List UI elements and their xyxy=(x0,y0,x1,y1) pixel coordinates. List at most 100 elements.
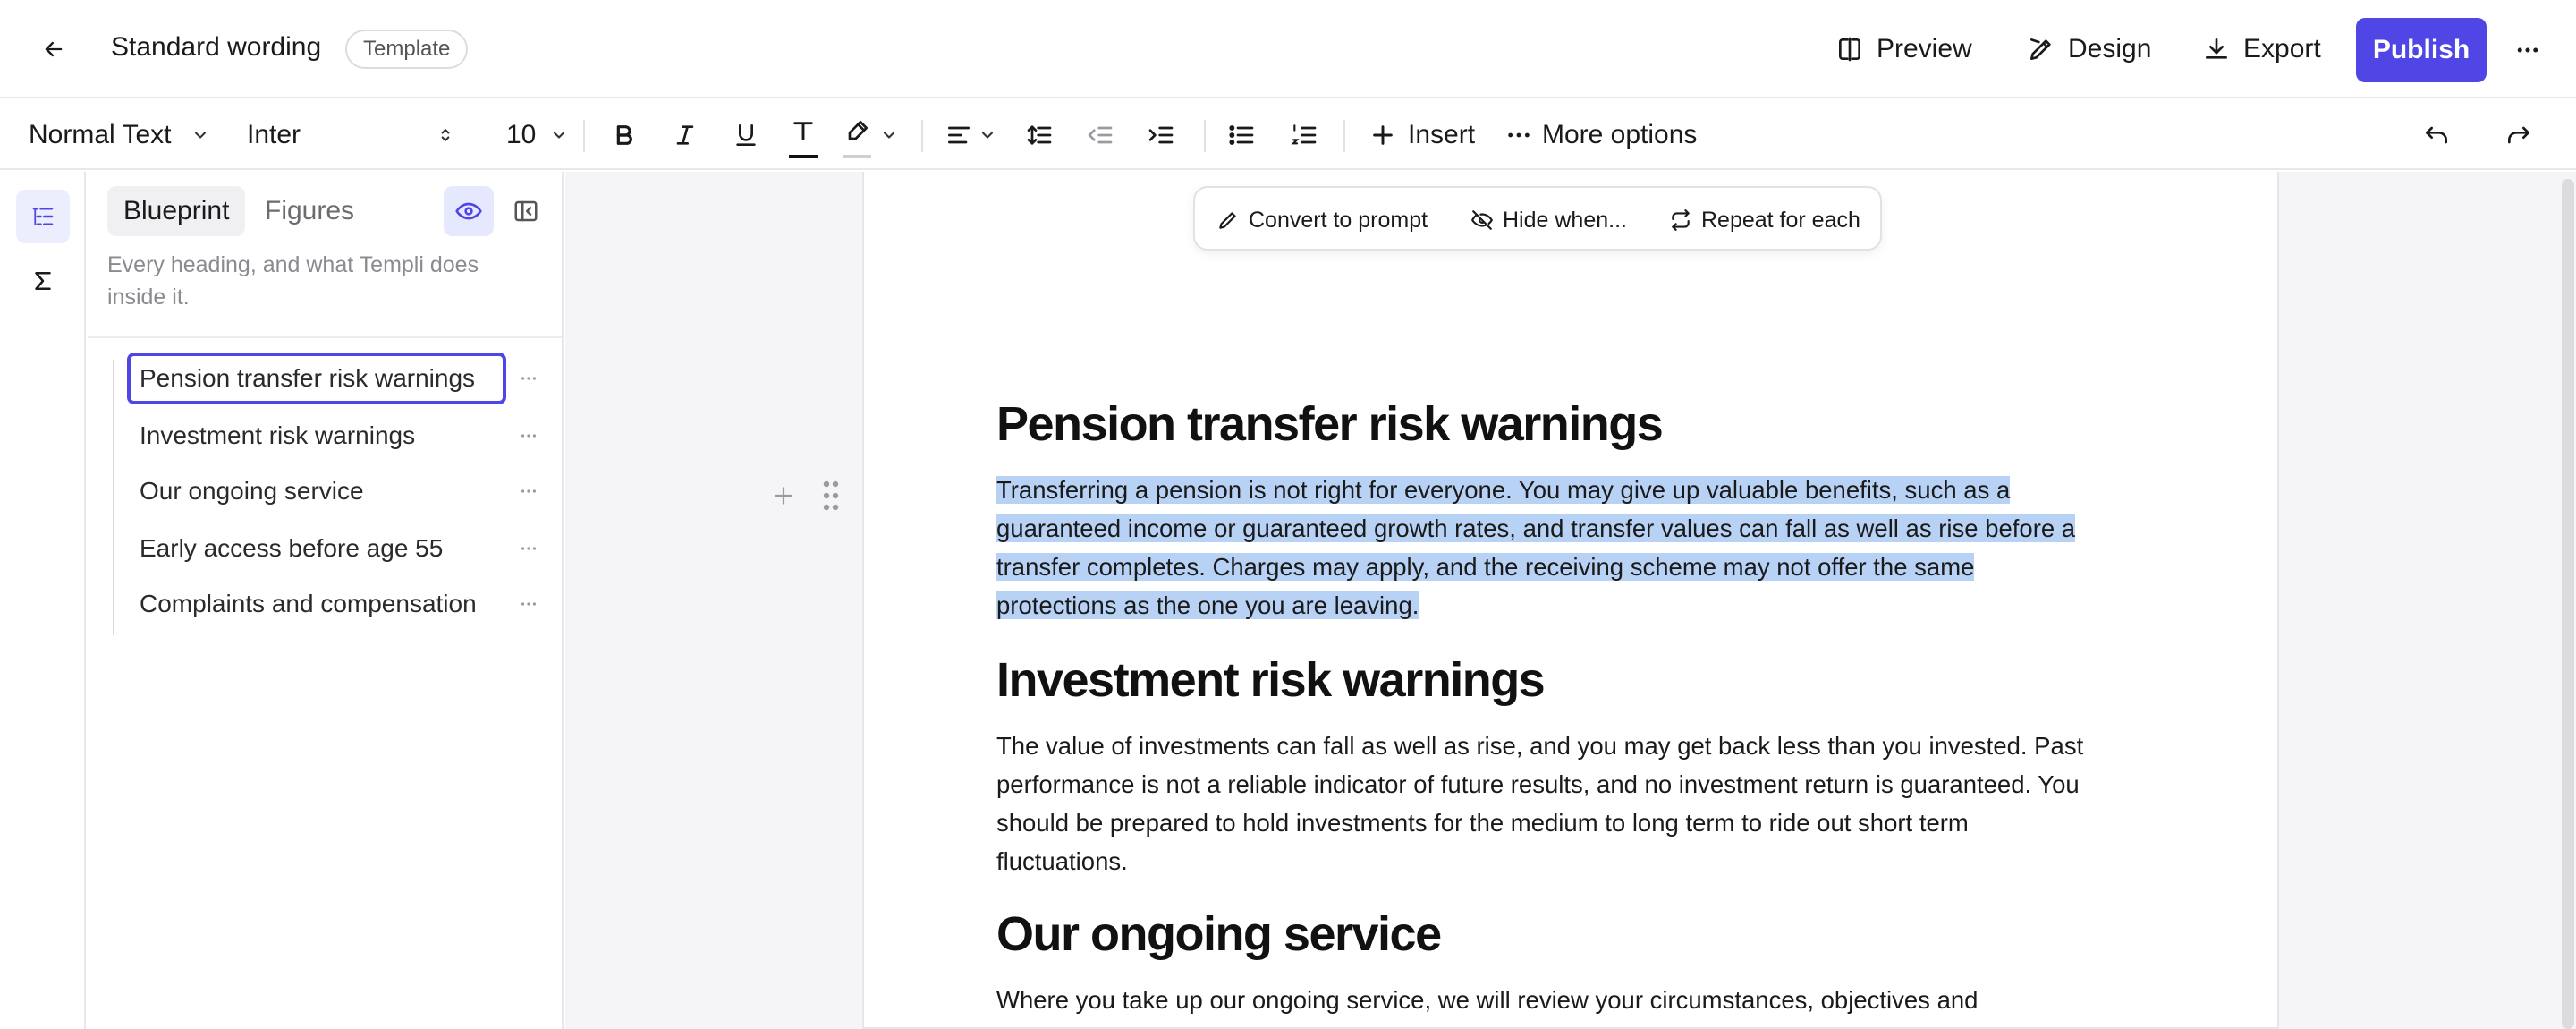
outline-item[interactable]: Our ongoing service xyxy=(127,465,506,517)
section-paragraph[interactable]: Where you take up our ongoing service, w… xyxy=(996,981,2258,1019)
design-button[interactable]: Design xyxy=(2027,29,2151,70)
highlight-color-swatch xyxy=(843,155,871,158)
toolbar-divider xyxy=(921,120,923,152)
preview-label: Preview xyxy=(1877,34,1972,64)
section-heading[interactable]: Pension transfer risk warnings xyxy=(996,395,1664,453)
more-horizontal-icon[interactable] xyxy=(515,535,542,562)
highlight-color-button[interactable] xyxy=(843,113,898,158)
toolbar-divider xyxy=(583,120,585,152)
more-horizontal-icon[interactable] xyxy=(515,591,542,617)
selected-text-line: guaranteed income or guaranteed growth r… xyxy=(996,514,2076,542)
more-horizontal-icon[interactable] xyxy=(515,478,542,505)
repeat-label: Repeat for each xyxy=(1701,207,1860,233)
more-horizontal-icon[interactable] xyxy=(515,422,542,449)
pencil-icon xyxy=(1219,212,1236,229)
toolbar-divider xyxy=(1343,120,1345,152)
more-horizontal-icon[interactable] xyxy=(515,365,542,392)
bullet-list-icon[interactable] xyxy=(1227,113,1256,157)
insert-label: Insert xyxy=(1408,120,1476,149)
template-badge: Template xyxy=(345,30,469,69)
underline-icon[interactable] xyxy=(732,113,760,157)
indent-icon[interactable] xyxy=(1147,113,1175,157)
preview-button[interactable]: Preview xyxy=(1835,29,1972,70)
repeat-for-each-button[interactable]: Repeat for each xyxy=(1669,200,1860,240)
download-icon xyxy=(2202,35,2231,64)
toolbar-divider xyxy=(1204,120,1206,152)
text-line: should be prepared to hold investments f… xyxy=(996,809,1969,837)
more-options-label: More options xyxy=(1542,120,1698,149)
section-heading[interactable]: Investment risk warnings xyxy=(996,651,1546,709)
text-style-value: Normal Text xyxy=(29,120,172,149)
text-color-swatch xyxy=(789,155,818,158)
numbered-list-icon[interactable] xyxy=(1290,113,1318,157)
hide-when-label: Hide when... xyxy=(1503,207,1627,233)
undo-icon[interactable] xyxy=(2422,113,2451,157)
tab-blueprint[interactable]: Blueprint xyxy=(107,186,246,236)
outline-item[interactable]: Complaints and compensation xyxy=(127,578,506,630)
chevron-down-icon xyxy=(194,132,206,139)
repeat-icon xyxy=(1672,209,1690,231)
text-line: The value of investments can fall as wel… xyxy=(996,732,2084,760)
section-paragraph[interactable]: Transferring a pension is not right for … xyxy=(996,471,2258,625)
back-arrow-icon[interactable] xyxy=(36,31,72,67)
selected-text-line: Transferring a pension is not right for … xyxy=(996,476,2011,504)
insert-button[interactable]: Insert xyxy=(1368,113,1475,157)
outdent-icon[interactable] xyxy=(1086,113,1114,157)
more-options-button[interactable]: More options xyxy=(1504,113,1697,157)
selected-text-line: protections as the one you are leaving. xyxy=(996,591,1419,619)
eye-off-icon xyxy=(1471,210,1493,230)
text-line: fluctuations. xyxy=(996,847,1128,875)
align-button[interactable] xyxy=(945,113,996,157)
scrollbar-thumb[interactable] xyxy=(2562,179,2574,1029)
editor-canvas: Convert to prompt Hide when... Repeat fo… xyxy=(565,172,2560,1029)
document-title[interactable]: Standard wording xyxy=(111,32,321,63)
hide-when-button[interactable]: Hide when... xyxy=(1470,200,1627,240)
font-size-select[interactable]: 10 xyxy=(506,113,568,157)
eye-icon[interactable] xyxy=(444,186,494,236)
redo-icon[interactable] xyxy=(2504,113,2533,157)
chevron-down-icon xyxy=(981,132,994,139)
panel-divider xyxy=(88,336,562,338)
align-left-icon xyxy=(948,126,970,144)
outline-item[interactable]: Investment risk warnings xyxy=(127,410,506,462)
block-action-bar: Convert to prompt Hide when... Repeat fo… xyxy=(1193,186,1882,251)
format-toolbar: Normal Text Inter 10 Insert More options xyxy=(0,100,2576,170)
italic-icon[interactable] xyxy=(671,113,699,157)
chevron-up-down-icon xyxy=(441,129,450,141)
left-rail xyxy=(0,172,86,1029)
export-button[interactable]: Export xyxy=(2202,29,2321,70)
section-heading[interactable]: Our ongoing service xyxy=(996,906,1442,963)
text-style-select[interactable]: Normal Text xyxy=(29,113,209,157)
font-size-value: 10 xyxy=(506,120,537,149)
bold-icon[interactable] xyxy=(610,113,639,157)
outline-tree-line xyxy=(113,360,114,635)
more-horizontal-icon[interactable] xyxy=(2510,32,2546,68)
text-line: Where you take up our ongoing service, w… xyxy=(996,986,1979,1014)
font-family-value: Inter xyxy=(247,120,301,149)
chevron-down-icon xyxy=(883,132,895,139)
sigma-icon[interactable] xyxy=(16,254,70,308)
panel-description: Every heading, and what Templi does insi… xyxy=(107,252,479,310)
add-block-plus-icon[interactable] xyxy=(767,480,800,512)
outline-icon[interactable] xyxy=(16,190,70,243)
font-family-select[interactable]: Inter xyxy=(247,113,454,157)
outline-item[interactable]: Pension transfer risk warnings xyxy=(127,353,506,404)
blueprint-panel: Blueprint Figures Every heading, and wha… xyxy=(88,172,564,1029)
more-horizontal-icon xyxy=(1508,132,1530,138)
section-paragraph[interactable]: The value of investments can fall as wel… xyxy=(996,727,2258,880)
plus-icon xyxy=(1373,125,1393,145)
preview-icon xyxy=(1835,35,1864,64)
tab-figures[interactable]: Figures xyxy=(249,186,370,236)
collapse-panel-icon[interactable] xyxy=(508,193,544,229)
outline-item[interactable]: Early access before age 55 xyxy=(127,523,506,574)
chevron-down-icon xyxy=(554,132,565,139)
design-label: Design xyxy=(2068,34,2152,64)
convert-to-prompt-button[interactable]: Convert to prompt xyxy=(1216,200,1428,240)
text-color-icon[interactable] xyxy=(789,113,818,158)
convert-label: Convert to prompt xyxy=(1249,207,1428,233)
export-label: Export xyxy=(2243,34,2321,64)
line-spacing-icon[interactable] xyxy=(1025,113,1054,157)
publish-button[interactable]: Publish xyxy=(2356,18,2487,82)
top-header: Standard wording Template Preview Design… xyxy=(0,0,2576,98)
drag-handle-icon[interactable] xyxy=(818,478,844,514)
